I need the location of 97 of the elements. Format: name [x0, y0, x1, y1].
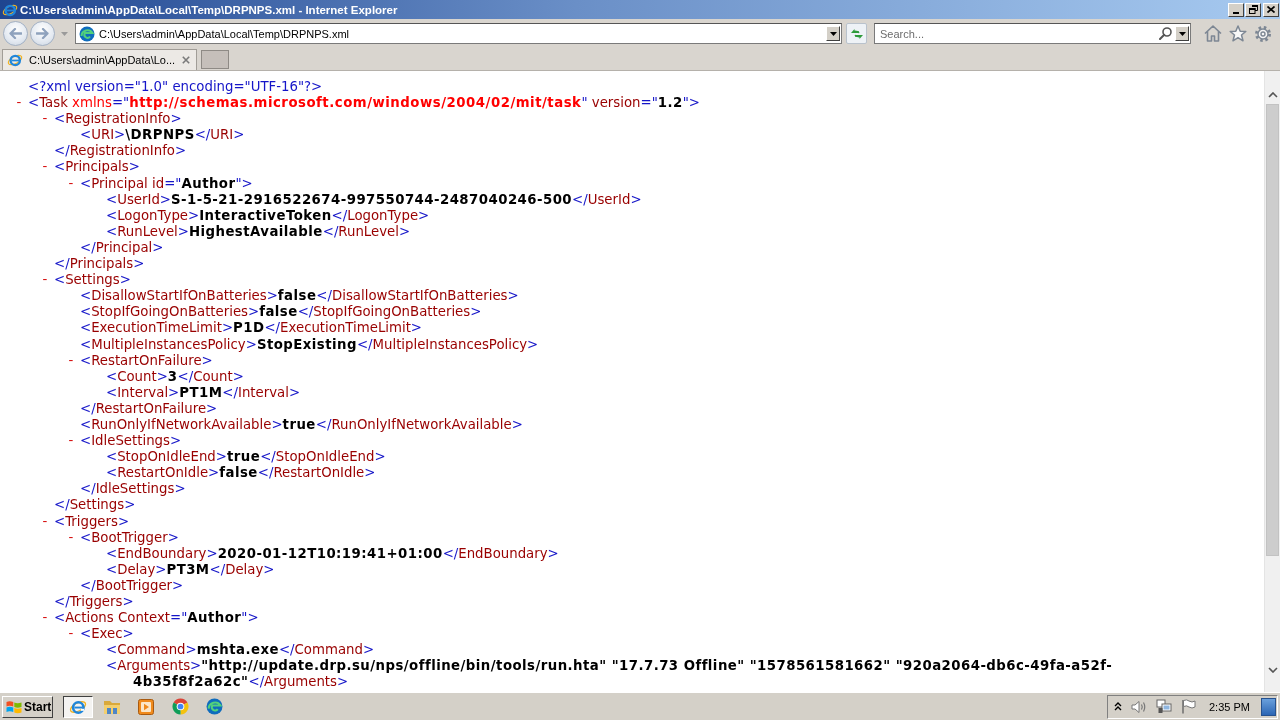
play-icon — [138, 698, 154, 715]
collapse-toggle[interactable]: - — [67, 433, 75, 450]
collapse-toggle[interactable]: - — [41, 111, 49, 128]
scrollbar-thumb[interactable] — [1266, 104, 1279, 556]
clock[interactable]: 2:35 PM — [1209, 700, 1250, 713]
collapse-toggle[interactable]: - — [67, 626, 75, 643]
new-tab-button[interactable] — [201, 50, 229, 69]
xml-element-line: <RunLevel>HighestAvailable</RunLevel> — [106, 223, 411, 240]
collapse-toggle[interactable]: - — [41, 272, 49, 289]
star-icon[interactable] — [1229, 25, 1247, 42]
xml-element-line: <Command>mshta.exe</Command> — [106, 642, 375, 659]
xml-element-line: <StopOnIdleEnd>true</StopOnIdleEnd> — [106, 449, 386, 466]
xml-close-tag: </Principals> — [54, 256, 145, 273]
address-field[interactable]: C:\Users\admin\AppData\Local\Temp\DRPNPS.xml — [95, 27, 826, 40]
search-bar[interactable]: Search... — [874, 23, 1191, 44]
show-desktop-button[interactable] — [1261, 697, 1276, 716]
xml-open-tag: <Triggers> — [54, 513, 130, 530]
browser-swirl-icon — [205, 698, 223, 715]
close-button[interactable] — [1263, 2, 1279, 17]
start-button[interactable]: Start — [2, 695, 53, 718]
chevron-up-icon — [1267, 92, 1278, 98]
browser-logo-icon — [7, 52, 23, 68]
xml-close-tag: </IdleSettings> — [80, 481, 186, 498]
restore-icon — [1248, 5, 1258, 14]
back-button[interactable] — [3, 21, 28, 46]
page-swirl-icon — [79, 25, 95, 42]
xml-open-tag: <Exec> — [80, 626, 134, 643]
xml-element-line: <Arguments>"http://update.drp.su/nps/offline/bin/tools/run.hta" "17.7.73 Offline" "1578561581662" "920a2064-db6c-49fa-a52f-4b35f8f2a62c"</Arguments> — [106, 658, 1114, 691]
search-field[interactable]: Search... — [875, 27, 1159, 40]
xml-element-line: <Interval>PT1M</Interval> — [106, 384, 301, 401]
collapse-toggle[interactable]: - — [41, 610, 49, 627]
xml-open-tag: <Principals> — [54, 159, 140, 176]
search-button[interactable] — [1159, 27, 1172, 40]
close-icon[interactable] — [182, 56, 190, 64]
speaker-icon[interactable] — [1131, 699, 1147, 714]
restore-button[interactable] — [1245, 2, 1261, 17]
caret-icon — [829, 31, 837, 36]
flag-icon[interactable] — [1181, 699, 1196, 714]
forward-button[interactable] — [30, 21, 55, 46]
search-dropdown-button[interactable] — [1175, 26, 1189, 41]
xml-open-tag: <BootTrigger> — [80, 529, 179, 546]
xml-close-tag: </Settings> — [54, 497, 136, 514]
minimize-button[interactable] — [1228, 2, 1244, 17]
collapse-toggle[interactable]: - — [41, 513, 49, 530]
windows-flag-icon — [6, 699, 22, 714]
minimize-icon — [1233, 11, 1239, 14]
xml-element-line: <ExecutionTimeLimit>P1D</ExecutionTimeLimit> — [80, 320, 422, 337]
settings-icon[interactable] — [1254, 24, 1272, 43]
caret-icon — [60, 31, 68, 36]
search-icon — [1159, 27, 1172, 40]
xml-open-tag: <RestartOnFailure> — [80, 352, 213, 369]
tab[interactable]: C:\Users\admin\AppData\Lo... — [2, 49, 197, 70]
xml-element-line: <URI>\DRPNPS</URI> — [80, 127, 245, 144]
xml-element-line: <LogonType>InteractiveToken</LogonType> — [106, 207, 430, 224]
xml-element-line: <RestartOnIdle>false</RestartOnIdle> — [106, 465, 376, 482]
xml-close-tag: </BootTrigger> — [80, 577, 184, 594]
chevron-down-icon — [1267, 667, 1278, 673]
xml-open-tag: <Settings> — [54, 272, 131, 289]
refresh-arrows-icon — [849, 27, 864, 40]
xml-element-line: <Delay>PT3M</Delay> — [106, 561, 275, 578]
xml-element-line: <UserId>S-1-5-21-2916522674-997550744-2487040246-500</UserId> — [106, 191, 642, 208]
address-bar[interactable]: C:\Users\admin\AppData\Local\Temp\DRPNPS.xml — [75, 23, 842, 44]
browser-ring-icon — [171, 698, 189, 715]
collapse-toggle[interactable]: - — [15, 95, 23, 112]
xml-open-tag: <RegistrationInfo> — [54, 111, 182, 128]
xml-element-line: <DisallowStartIfOnBatteries>false</DisallowStartIfOnBatteries> — [80, 288, 519, 305]
xml-close-tag: </Triggers> — [54, 594, 134, 611]
collapse-toggle[interactable]: - — [41, 159, 49, 176]
xml-element-line: <RunOnlyIfNetworkAvailable>true</RunOnlyIfNetworkAvailable> — [80, 416, 523, 434]
xml-open-tag: <IdleSettings> — [80, 433, 182, 450]
xml-element-line: <MultipleInstancesPolicy>StopExisting</MultipleInstancesPolicy> — [80, 336, 539, 353]
collapse-toggle[interactable]: - — [67, 529, 75, 546]
chevron-up-icon[interactable] — [1114, 702, 1122, 711]
xml-element-line: <EndBoundary>2020-01-12T10:19:41+01:00</EndBoundary> — [106, 545, 559, 562]
xml-declaration: <?xml version="1.0" encoding="UTF-16"?> — [28, 79, 323, 96]
xml-element-line: <Count>3</Count> — [106, 368, 244, 385]
xml-element-line: <StopIfGoingOnBatteries>false</StopIfGoingOnBatteries> — [80, 304, 482, 321]
arrow-right-icon — [36, 28, 49, 39]
xml-close-tag: </Principal> — [80, 239, 164, 257]
taskbar-app-button[interactable] — [63, 695, 93, 718]
arrow-left-icon — [9, 28, 22, 39]
xml-open-tag: <Principal id="Author"> — [80, 175, 253, 192]
window-title: C:\Users\admin\AppData\Local\Temp\DRPNPS.xml - Internet Explorer — [20, 3, 398, 16]
xml-open-tag: <Actions Context="Author"> — [54, 610, 259, 627]
network-icon[interactable] — [1156, 699, 1172, 714]
collapse-toggle[interactable]: - — [67, 175, 75, 192]
scrollbar[interactable] — [1264, 71, 1280, 692]
folder-icon — [103, 698, 121, 715]
collapse-toggle[interactable]: - — [67, 352, 75, 369]
home-icon[interactable] — [1204, 25, 1222, 42]
close-icon — [1267, 6, 1275, 13]
compatibility-button[interactable] — [846, 23, 867, 44]
xml-close-tag: </RegistrationInfo> — [54, 143, 187, 160]
xml-open-tag: <Task xmlns="http://schemas.microsoft.com/windows/2004/02/mit/task" version="1.2"> — [28, 95, 700, 112]
caret-icon — [1178, 31, 1186, 36]
address-dropdown-button[interactable] — [826, 26, 840, 41]
xml-close-tag: </RestartOnFailure> — [80, 400, 218, 417]
